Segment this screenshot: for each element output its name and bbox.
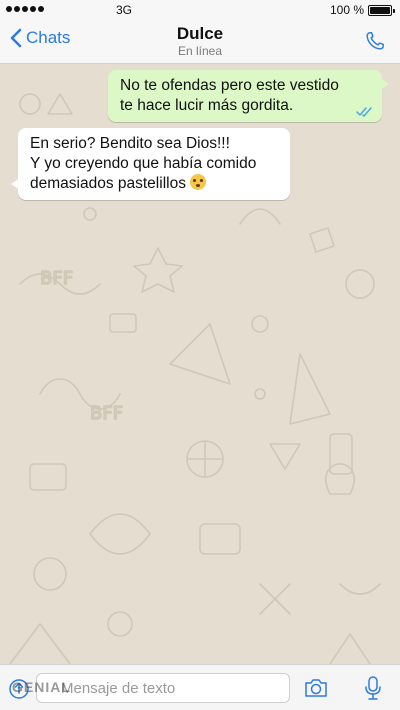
message-text-line-last: demasiados pastelillos	[30, 174, 278, 194]
call-button[interactable]	[364, 30, 386, 57]
message-text-line: No te ofendas pero este vestido	[120, 77, 339, 94]
network-type: 3G	[116, 3, 133, 17]
chat-header: Chats Dulce En línea	[0, 20, 400, 64]
status-bar: 3G 100 %	[0, 0, 400, 20]
message-outgoing[interactable]: No te ofendas pero este vestido te hace …	[108, 70, 389, 122]
chat-area[interactable]: BFF BFF No te ofendas pero este vestido …	[0, 64, 400, 664]
microphone-button[interactable]	[364, 675, 382, 706]
share-upload-icon	[9, 679, 29, 699]
message-input[interactable]	[36, 673, 290, 703]
message-text-line: te hace lucir más gordita.	[120, 97, 294, 114]
microphone-icon	[365, 676, 381, 700]
camera-button[interactable]	[303, 677, 329, 704]
svg-text:BFF: BFF	[90, 403, 123, 424]
double-check-icon	[356, 107, 372, 117]
flushed-face-icon	[189, 174, 206, 190]
camera-icon	[305, 679, 327, 697]
message-text: demasiados pastelillos	[30, 175, 186, 192]
battery-icon	[368, 5, 395, 16]
contact-status: En línea	[177, 44, 223, 58]
phone-icon	[366, 32, 384, 50]
signal-strength-icon	[6, 6, 44, 12]
message-text-line: En serio? Bendito sea Dios!!!	[30, 135, 230, 152]
contact-info[interactable]: Dulce En línea	[0, 24, 400, 58]
contact-name: Dulce	[176, 24, 224, 43]
svg-text:BFF: BFF	[40, 268, 73, 289]
message-incoming[interactable]: En serio? Bendito sea Dios!!! Y yo creye…	[11, 128, 290, 200]
message-composer	[0, 664, 400, 710]
attach-button[interactable]	[8, 676, 30, 705]
message-text-line: Y yo creyendo que había comido	[30, 155, 257, 172]
battery-percentage: 100 %	[329, 3, 364, 17]
